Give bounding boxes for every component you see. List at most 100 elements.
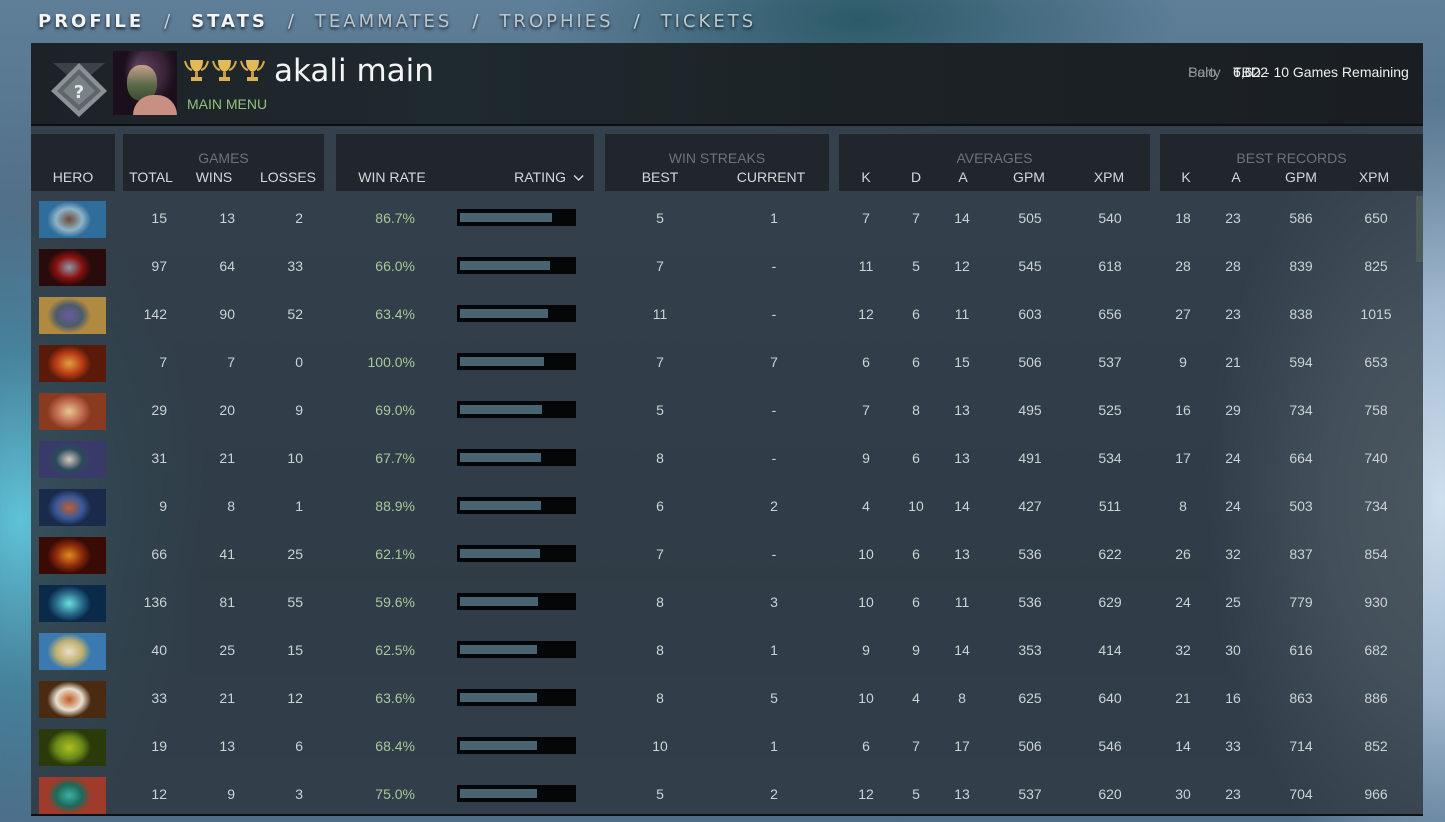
table-row[interactable]: 66 41 25 62.1% 7 - 10 6 13 536 622 26 32 837 854 [31, 530, 1411, 578]
tab-trophies[interactable]: TROPHIES [499, 11, 613, 32]
hero-portrait-kunkka[interactable] [39, 201, 106, 238]
cell-best-gpm: 704 [1289, 786, 1313, 802]
cell-avg-kills: 6 [862, 354, 870, 370]
cell-losses: 52 [287, 306, 303, 322]
cell-best-gpm: 503 [1289, 498, 1313, 514]
cell-win-rate: 63.6% [375, 690, 415, 706]
cell-best-xpm: 653 [1364, 354, 1388, 370]
cell-streak-current: 7 [770, 354, 778, 370]
cell-streak-current: - [771, 402, 777, 418]
table-row[interactable]: 136 81 55 59.6% 8 3 10 6 11 536 629 24 25 779 930 [31, 578, 1411, 626]
col-header-streak-current[interactable]: CURRENT [737, 169, 805, 185]
cell-avg-gpm: 537 [1018, 786, 1042, 802]
col-header-avg-xpm[interactable]: XPM [1094, 169, 1124, 185]
cell-avg-deaths: 6 [912, 354, 920, 370]
cell-streak-current: 1 [770, 642, 778, 658]
tab-stats[interactable]: STATS [191, 11, 268, 32]
col-header-avg-kills[interactable]: K [861, 169, 870, 185]
cell-best-assists: 24 [1225, 498, 1241, 514]
cell-total: 31 [151, 450, 167, 466]
table-row[interactable]: 12 9 3 75.0% 5 2 12 5 13 537 620 30 23 704 966 [31, 770, 1411, 814]
rating-bar [457, 593, 576, 610]
cell-avg-assists: 14 [954, 210, 970, 226]
cell-best-assists: 23 [1225, 306, 1241, 322]
cell-avg-assists: 12 [954, 258, 970, 274]
col-header-losses[interactable]: LOSSES [260, 169, 316, 185]
col-header-avg-gpm[interactable]: GPM [1013, 169, 1045, 185]
cell-streak-current: 1 [770, 738, 778, 754]
col-header-best-gpm[interactable]: GPM [1285, 169, 1317, 185]
cell-total: 15 [151, 210, 167, 226]
cell-avg-assists: 8 [958, 690, 966, 706]
tab-tickets[interactable]: TICKETS [661, 11, 756, 32]
col-header-best-assists[interactable]: A [1231, 169, 1240, 185]
cell-best-kills: 18 [1175, 210, 1191, 226]
hero-portrait-omniknight[interactable] [39, 633, 106, 670]
hero-portrait-dragon-knight[interactable] [39, 345, 106, 382]
cell-best-gpm: 714 [1289, 738, 1313, 754]
col-header-streak-best[interactable]: BEST [642, 169, 679, 185]
cell-streak-best: 7 [656, 546, 664, 562]
table-row[interactable]: 142 90 52 63.4% 11 - 12 6 11 603 656 27 23 838 1015 [31, 290, 1411, 338]
cell-avg-deaths: 7 [912, 738, 920, 754]
col-header-win-rate[interactable]: WIN RATE [358, 169, 425, 185]
player-avatar[interactable] [113, 51, 177, 115]
rating-bar [457, 737, 576, 754]
cell-avg-xpm: 534 [1098, 450, 1122, 466]
hero-portrait-mirana[interactable] [39, 441, 106, 478]
table-row[interactable]: 97 64 33 66.0% 7 - 11 5 12 545 618 28 28 839 825 [31, 242, 1411, 290]
cell-best-kills: 28 [1175, 258, 1191, 274]
cell-best-gpm: 616 [1289, 642, 1313, 658]
cell-best-xpm: 650 [1364, 210, 1388, 226]
table-row[interactable]: 29 20 9 69.0% 5 - 7 8 13 495 525 16 29 734 758 [31, 386, 1411, 434]
cell-win-rate: 88.9% [375, 498, 415, 514]
cell-best-xpm: 1015 [1360, 306, 1392, 322]
hero-portrait-shadow-shaman-arcana[interactable] [39, 489, 106, 526]
col-header-hero[interactable]: HERO [53, 169, 93, 185]
hero-portrait-troll-warlord[interactable] [39, 393, 106, 430]
main-menu-link[interactable]: MAIN MENU [187, 96, 267, 112]
table-row[interactable]: 7 7 0 100.0% 7 7 6 6 15 506 537 9 21 594 653 [31, 338, 1411, 386]
cell-streak-best: 11 [652, 306, 668, 322]
cell-avg-assists: 14 [954, 642, 970, 658]
cell-avg-kills: 4 [862, 498, 870, 514]
col-header-avg-deaths[interactable]: D [911, 169, 921, 185]
hero-portrait-tinker[interactable] [39, 297, 106, 334]
table-row[interactable]: 40 25 15 62.5% 8 1 9 9 14 353 414 32 30 616 682 [31, 626, 1411, 674]
tab-teammates[interactable]: TEAMMATES [315, 11, 452, 32]
cell-wins: 21 [219, 450, 235, 466]
hero-portrait-queen-of-pain[interactable] [39, 249, 106, 286]
col-header-best-xpm[interactable]: XPM [1359, 169, 1389, 185]
hero-portrait-venomancer[interactable] [39, 729, 106, 766]
cell-avg-assists: 13 [954, 450, 970, 466]
col-header-rating[interactable]: RATING [514, 169, 584, 185]
scrollbar-thumb[interactable] [1416, 196, 1423, 262]
tab-profile[interactable]: PROFILE [38, 11, 144, 32]
cell-total: 29 [151, 402, 167, 418]
table-row[interactable]: 19 13 6 68.4% 10 1 6 7 17 506 546 14 33 714 852 [31, 722, 1411, 770]
cell-best-kills: 24 [1175, 594, 1191, 610]
cell-wins: 41 [219, 546, 235, 562]
win-streaks-group-title: WIN STREAKS [668, 150, 766, 166]
table-row[interactable]: 9 8 1 88.9% 6 2 4 10 14 427 511 8 24 503 734 [31, 482, 1411, 530]
cell-avg-xpm: 618 [1098, 258, 1122, 274]
col-header-best-kills[interactable]: K [1181, 169, 1190, 185]
cell-avg-deaths: 6 [912, 594, 920, 610]
cell-best-gpm: 837 [1289, 546, 1313, 562]
hero-portrait-storm-spirit[interactable] [39, 585, 106, 622]
table-row[interactable]: 15 13 2 86.7% 5 1 7 7 14 505 540 18 23 586 650 [31, 194, 1411, 242]
cell-best-xpm: 682 [1364, 642, 1388, 658]
hero-portrait-lycan[interactable] [39, 681, 106, 718]
col-header-avg-assists[interactable]: A [958, 169, 967, 185]
cell-streak-current: 5 [770, 690, 778, 706]
hero-portrait-weaver[interactable] [39, 777, 106, 814]
cell-best-gpm: 863 [1289, 690, 1313, 706]
table-row[interactable]: 33 21 12 63.6% 8 5 10 4 8 625 640 21 16 863 886 [31, 674, 1411, 722]
cell-total: 12 [151, 786, 167, 802]
table-row[interactable]: 31 21 10 67.7% 8 - 9 6 13 491 534 17 24 664 740 [31, 434, 1411, 482]
col-header-total[interactable]: TOTAL [129, 169, 173, 185]
col-header-wins[interactable]: WINS [196, 169, 233, 185]
cell-best-kills: 26 [1175, 546, 1191, 562]
cell-best-assists: 21 [1225, 354, 1241, 370]
hero-portrait-ember-spirit[interactable] [39, 537, 106, 574]
